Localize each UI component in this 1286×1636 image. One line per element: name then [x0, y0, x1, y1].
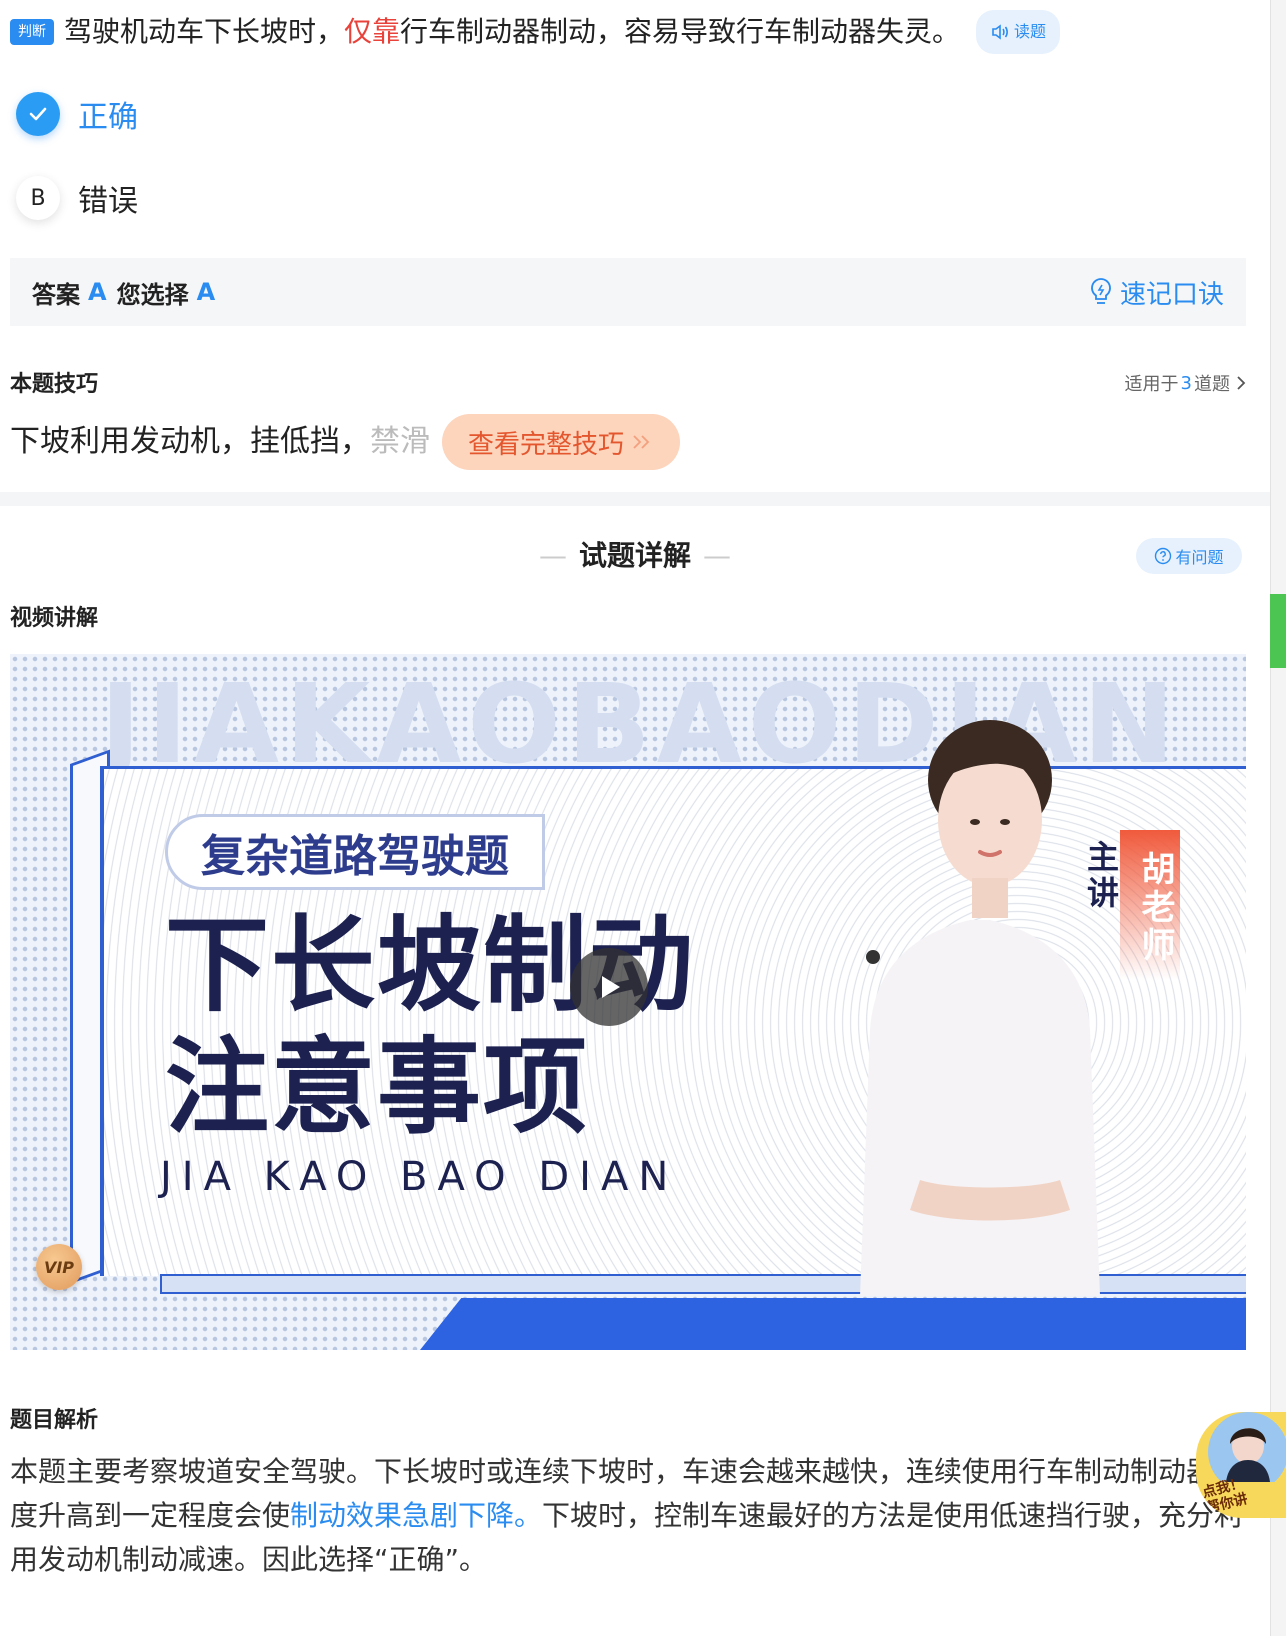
host-label: 主讲 [1082, 840, 1120, 912]
option-b-label: 错误 [78, 184, 138, 219]
view-full-tips-button[interactable]: 查看完整技巧 [442, 414, 680, 470]
double-chevron-icon [633, 435, 650, 449]
question-circle-icon [1155, 547, 1172, 565]
question-highlight: 仅靠 [344, 15, 401, 48]
video-blue-band [420, 1298, 1246, 1350]
play-button[interactable] [570, 948, 648, 1026]
video-player[interactable]: JIAKAOBAODIAN 复杂道路驾驶题 下长坡制动 注意事项 JIA KAO… [10, 654, 1246, 1350]
lightbulb-icon [1091, 278, 1111, 304]
section-divider [0, 492, 1270, 506]
question-text: 驾驶机动车下长坡时，仅靠行车制动器制动，容易导致行车制动器失灵。 [64, 15, 961, 48]
video-section-title: 视频讲解 [10, 606, 99, 631]
side-float-tab[interactable] [1270, 594, 1286, 668]
helper-avatar [1208, 1412, 1286, 1482]
tips-title: 本题技巧 [10, 372, 99, 397]
chevron-right-icon [1237, 376, 1246, 390]
option-b-key: B [16, 176, 60, 220]
tips-apply-count: 3 [1180, 372, 1192, 394]
option-a[interactable]: 正确 [16, 92, 138, 136]
analysis-highlight-link[interactable]: 制动效果急剧下降。 [290, 1499, 542, 1532]
video-pinyin: JIA KAO BAO DIAN [160, 1154, 679, 1200]
presenter-image [860, 720, 1100, 1296]
option-a-label: 正确 [78, 100, 138, 135]
teacher-name-tag: 胡老师 [1120, 830, 1180, 980]
play-icon [602, 976, 620, 998]
tips-text: 下坡利用发动机，挂低挡， 禁滑 [10, 424, 430, 459]
speaker-icon [992, 24, 1008, 40]
report-issue-label: 有问题 [1175, 548, 1224, 567]
vip-badge: VIP [36, 1244, 82, 1290]
ai-helper-button[interactable]: 点我！ 帮你讲 [1196, 1412, 1286, 1518]
choice-value: A [196, 278, 216, 306]
read-question-button[interactable]: 读题 [976, 10, 1061, 54]
section-title: — 试题详解 — [538, 539, 731, 572]
video-subtitle: 复杂道路驾驶题 [165, 814, 545, 890]
check-icon [16, 92, 60, 136]
window-scrollbar[interactable] [1270, 0, 1286, 1636]
answer-label: 答案 [32, 280, 80, 309]
mnemonic-button[interactable]: 速记口诀 [1088, 274, 1224, 311]
view-tips-label: 查看完整技巧 [467, 429, 624, 460]
question-type-badge: 判断 [10, 19, 54, 45]
mnemonic-label: 速记口诀 [1119, 279, 1224, 310]
tips-apply-link[interactable]: 适用于 3 道题 [1125, 370, 1250, 396]
analysis-title: 题目解析 [10, 1408, 99, 1433]
read-question-label: 读题 [1014, 22, 1047, 41]
report-issue-button[interactable]: 有问题 [1136, 538, 1242, 574]
video-headline: 下长坡制动 注意事项 [165, 904, 696, 1148]
option-b[interactable]: B 错误 [16, 176, 138, 220]
choice-label: 您选择 [116, 280, 189, 309]
analysis-text: 本题主要考察坡道安全驾驶。下长坡时或连续下坡时，车速会越来越快，连续使用行车制动… [10, 1455, 1243, 1576]
question-row: 判断 驾驶机动车下长坡时，仅靠行车制动器制动，容易导致行车制动器失灵。 读题 [10, 10, 1256, 54]
answer-value: A [88, 278, 107, 306]
answer-bar: 答案 A 您选择 A 速记口诀 [10, 258, 1246, 326]
